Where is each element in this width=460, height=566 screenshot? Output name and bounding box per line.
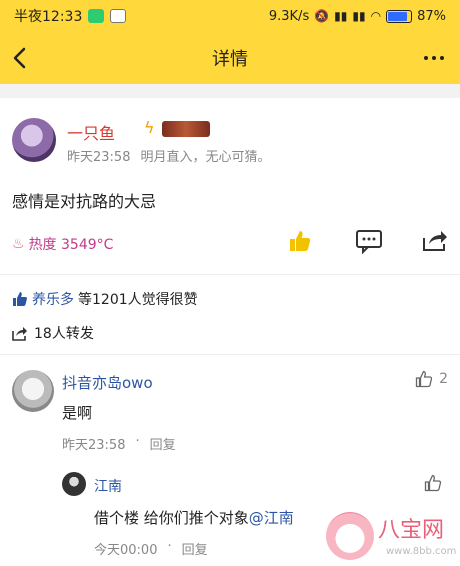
rank-badge-icon xyxy=(162,121,210,137)
author-meta: 昨天23:58 明月直入，无心可猜。 xyxy=(67,146,270,165)
battery-icon xyxy=(386,9,413,23)
share-button[interactable] xyxy=(420,226,450,256)
shares-summary[interactable]: 18人转发 xyxy=(12,323,94,343)
comment-like-button[interactable]: 2 xyxy=(415,370,448,388)
comment-button[interactable] xyxy=(354,226,384,256)
comment-author[interactable]: 抖音亦岛owo xyxy=(62,372,153,393)
thumbs-up-outline-icon xyxy=(424,474,442,492)
battery-level xyxy=(388,11,408,21)
thumbs-up-outline-icon xyxy=(415,370,433,388)
page-title: 详情 xyxy=(212,49,248,70)
back-button[interactable] xyxy=(6,44,34,72)
app-notification-icon-2 xyxy=(110,9,127,23)
author-row: 一只鱼 ϟ 昨天23:58 明月直入，无心可猜。 xyxy=(12,118,452,168)
reply-avatar[interactable] xyxy=(62,472,86,496)
reply-text-body: 借个楼 给你们推个对象 xyxy=(94,509,249,527)
like-button[interactable] xyxy=(285,226,315,256)
wifi-icon: ◠ xyxy=(370,9,382,23)
heat-label: 热度 3549°C xyxy=(28,237,114,253)
divider xyxy=(0,354,460,355)
more-button[interactable] xyxy=(424,44,444,72)
comment-time: 昨天23:58 xyxy=(62,438,126,453)
author-name[interactable]: 一只鱼 xyxy=(67,120,115,144)
post-text: 感情是对抗路的大忌 xyxy=(12,192,157,211)
app-notification-icon xyxy=(88,9,105,23)
chevron-left-icon xyxy=(13,47,26,69)
reply-mention[interactable]: @江南 xyxy=(249,509,294,527)
comment-text: 是啊 xyxy=(62,404,93,422)
comment-meta: 昨天23:58 · 回复 xyxy=(62,434,176,453)
heat-indicator: ♨ 热度 3549°C xyxy=(12,234,113,254)
watermark-title: 八宝网 xyxy=(378,518,445,543)
shares-count: 18人转发 xyxy=(34,326,94,342)
more-dots-icon xyxy=(424,56,428,60)
author-avatar[interactable] xyxy=(12,118,56,162)
title-bar: 详情 xyxy=(0,32,460,84)
reply-reply-button[interactable]: 回复 xyxy=(182,539,208,558)
reply-time: 今天00:00 xyxy=(94,543,158,558)
author-signature: 明月直入，无心可猜。 xyxy=(140,150,271,165)
small-share-icon xyxy=(12,326,27,341)
comment-avatar[interactable] xyxy=(12,370,54,412)
status-bar: 半夜12:33 9.3K/s 🔕 ▮▮ ▮▮ ◠ 87% xyxy=(0,0,460,32)
heat-flame-icon: ♨ xyxy=(12,236,25,252)
site-watermark: 八宝网 www.8bb.com xyxy=(326,508,456,564)
status-time: 半夜12:33 xyxy=(14,9,83,25)
comment-icon xyxy=(356,230,382,254)
reply-meta: 今天00:00 · 回复 xyxy=(94,539,208,558)
small-thumbs-up-icon xyxy=(13,292,27,306)
section-gap xyxy=(0,84,460,98)
thumbs-up-icon xyxy=(290,231,311,251)
meta-separator: · xyxy=(167,539,172,554)
likes-first-user[interactable]: 养乐多 xyxy=(32,289,74,309)
flame-badge-icon: ϟ xyxy=(144,118,155,137)
meta-separator: · xyxy=(135,434,140,449)
watermark-mascot-icon xyxy=(326,512,374,560)
comment-like-count: 2 xyxy=(439,371,448,387)
battery-percent: 87% xyxy=(417,8,446,24)
mute-icon: 🔕 xyxy=(314,9,330,23)
signal-icon: ▮▮ xyxy=(334,9,348,23)
reply-text: 借个楼 给你们推个对象@江南 xyxy=(94,507,294,528)
post-time: 昨天23:58 xyxy=(67,150,131,165)
action-row: ♨ 热度 3549°C xyxy=(0,226,460,258)
signal-icon-2: ▮▮ xyxy=(352,9,366,23)
network-speed: 9.3K/s xyxy=(268,8,310,24)
reply-like-button[interactable] xyxy=(424,474,442,496)
watermark-url: www.8bb.com xyxy=(386,546,457,557)
divider xyxy=(0,274,460,275)
comment-reply-button[interactable]: 回复 xyxy=(150,434,176,453)
likes-summary[interactable]: 养乐多 等1201人觉得很赞 xyxy=(12,289,198,309)
likes-count-text: 等1201人觉得很赞 xyxy=(78,292,198,308)
reply-author[interactable]: 江南 xyxy=(94,476,122,496)
share-icon xyxy=(423,231,447,251)
